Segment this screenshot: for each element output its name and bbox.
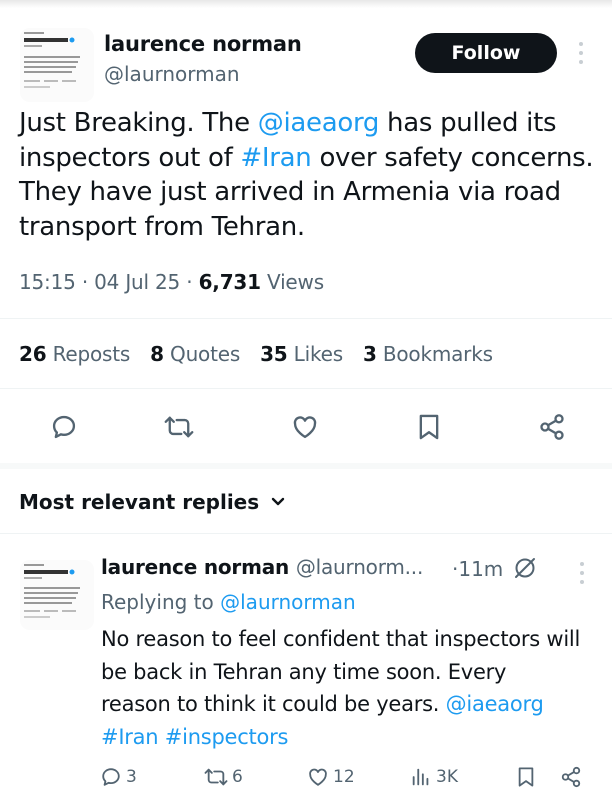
replying-to: Replying to @laurnorman bbox=[101, 590, 356, 614]
meta-separator: · bbox=[186, 270, 199, 294]
reply-author-handle: @laurnorm... bbox=[295, 555, 424, 579]
likes-count: 35 bbox=[260, 342, 288, 366]
chevron-down-icon bbox=[271, 497, 285, 506]
share-icon[interactable] bbox=[532, 405, 572, 449]
divider bbox=[0, 388, 612, 389]
mention-link[interactable]: @iaeaorg bbox=[258, 108, 380, 138]
hashtag-link[interactable]: #Iran bbox=[240, 143, 311, 173]
likes-label: Likes bbox=[293, 342, 343, 366]
quotes-stat[interactable]: 8 Quotes bbox=[150, 342, 240, 366]
reply-author[interactable]: laurence norman @laurnorm... bbox=[101, 555, 423, 579]
avatar-image bbox=[20, 560, 94, 630]
divider bbox=[0, 533, 612, 534]
tweet-text-part: Just Breaking. The bbox=[19, 108, 258, 138]
reply-time: 11m bbox=[458, 557, 504, 581]
reply-like-button[interactable]: 12 bbox=[307, 762, 355, 792]
author-name[interactable]: laurence norman bbox=[104, 32, 302, 56]
bookmarks-count: 3 bbox=[362, 342, 377, 366]
reply-author-avatar[interactable] bbox=[20, 560, 94, 630]
engagement-stats: 26 Reposts 8 Quotes 35 Likes 3 Bookmarks bbox=[19, 342, 493, 366]
reply-timestamp[interactable]: ·11m bbox=[452, 557, 503, 581]
tweet-text: Just Breaking. The @iaeaorg has pulled i… bbox=[19, 106, 599, 244]
views-count: 6,731 bbox=[198, 270, 261, 294]
views-count: 3K bbox=[436, 767, 458, 787]
replying-to-handle[interactable]: @laurnorman bbox=[220, 590, 356, 614]
reply-author-name: laurence norman bbox=[101, 555, 290, 579]
reply-bookmark-button[interactable] bbox=[516, 762, 536, 792]
hashtag-links[interactable]: #Iran #inspectors bbox=[101, 725, 288, 749]
tweet-action-bar bbox=[0, 405, 612, 449]
reply-icon[interactable] bbox=[44, 405, 84, 449]
repost-icon[interactable] bbox=[159, 405, 199, 449]
more-options-icon[interactable] bbox=[579, 42, 585, 64]
bookmark-icon bbox=[518, 767, 534, 787]
top-edge bbox=[0, 0, 612, 8]
like-icon[interactable] bbox=[285, 405, 325, 449]
repost-icon bbox=[204, 768, 228, 786]
replies-sort-label: Most relevant replies bbox=[19, 490, 260, 514]
likes-stat[interactable]: 35 Likes bbox=[260, 342, 343, 366]
reposts-stat[interactable]: 26 Reposts bbox=[19, 342, 130, 366]
reply-text: No reason to feel confident that inspect… bbox=[101, 623, 581, 753]
tweet-time[interactable]: 15:15 bbox=[19, 270, 76, 294]
author-handle[interactable]: @laurnorman bbox=[104, 62, 240, 86]
reply-more-options-icon[interactable] bbox=[580, 562, 586, 584]
tweet-date[interactable]: 04 Jul 25 bbox=[94, 270, 180, 294]
avatar-image bbox=[20, 28, 94, 102]
views-label: Views bbox=[267, 270, 324, 294]
section-separator bbox=[0, 463, 612, 469]
bookmark-icon[interactable] bbox=[409, 405, 449, 449]
reposts-label: Reposts bbox=[52, 342, 131, 366]
reply-reply-button[interactable]: 3 bbox=[100, 762, 137, 792]
reply-views-button[interactable]: 3K bbox=[410, 762, 458, 792]
tweet-meta: 15:15 · 04 Jul 25 · 6,731 Views bbox=[19, 270, 324, 294]
bookmarks-label: Bookmarks bbox=[382, 342, 493, 366]
share-icon bbox=[561, 766, 581, 788]
quotes-label: Quotes bbox=[170, 342, 241, 366]
grok-icon[interactable] bbox=[513, 556, 537, 580]
like-count: 12 bbox=[333, 767, 355, 787]
bookmarks-stat[interactable]: 3 Bookmarks bbox=[363, 342, 493, 366]
reply-count: 3 bbox=[126, 767, 137, 787]
like-icon bbox=[309, 768, 327, 786]
reposts-count: 26 bbox=[19, 342, 47, 366]
repost-count: 6 bbox=[232, 767, 243, 787]
reply-repost-button[interactable]: 6 bbox=[204, 762, 243, 792]
views-icon bbox=[412, 768, 429, 786]
divider bbox=[0, 318, 612, 319]
quotes-count: 8 bbox=[150, 342, 164, 366]
replies-sort-dropdown[interactable]: Most relevant replies bbox=[19, 490, 285, 514]
meta-separator: · bbox=[81, 270, 95, 294]
reply-action-bar: 3 6 12 3K bbox=[100, 762, 600, 792]
reply-share-button[interactable] bbox=[560, 762, 582, 792]
reply-icon bbox=[102, 768, 120, 786]
replying-prefix: Replying to bbox=[101, 590, 221, 614]
mention-link[interactable]: @iaeaorg bbox=[446, 692, 544, 716]
follow-button[interactable]: Follow bbox=[415, 33, 557, 73]
author-avatar[interactable] bbox=[20, 28, 94, 102]
